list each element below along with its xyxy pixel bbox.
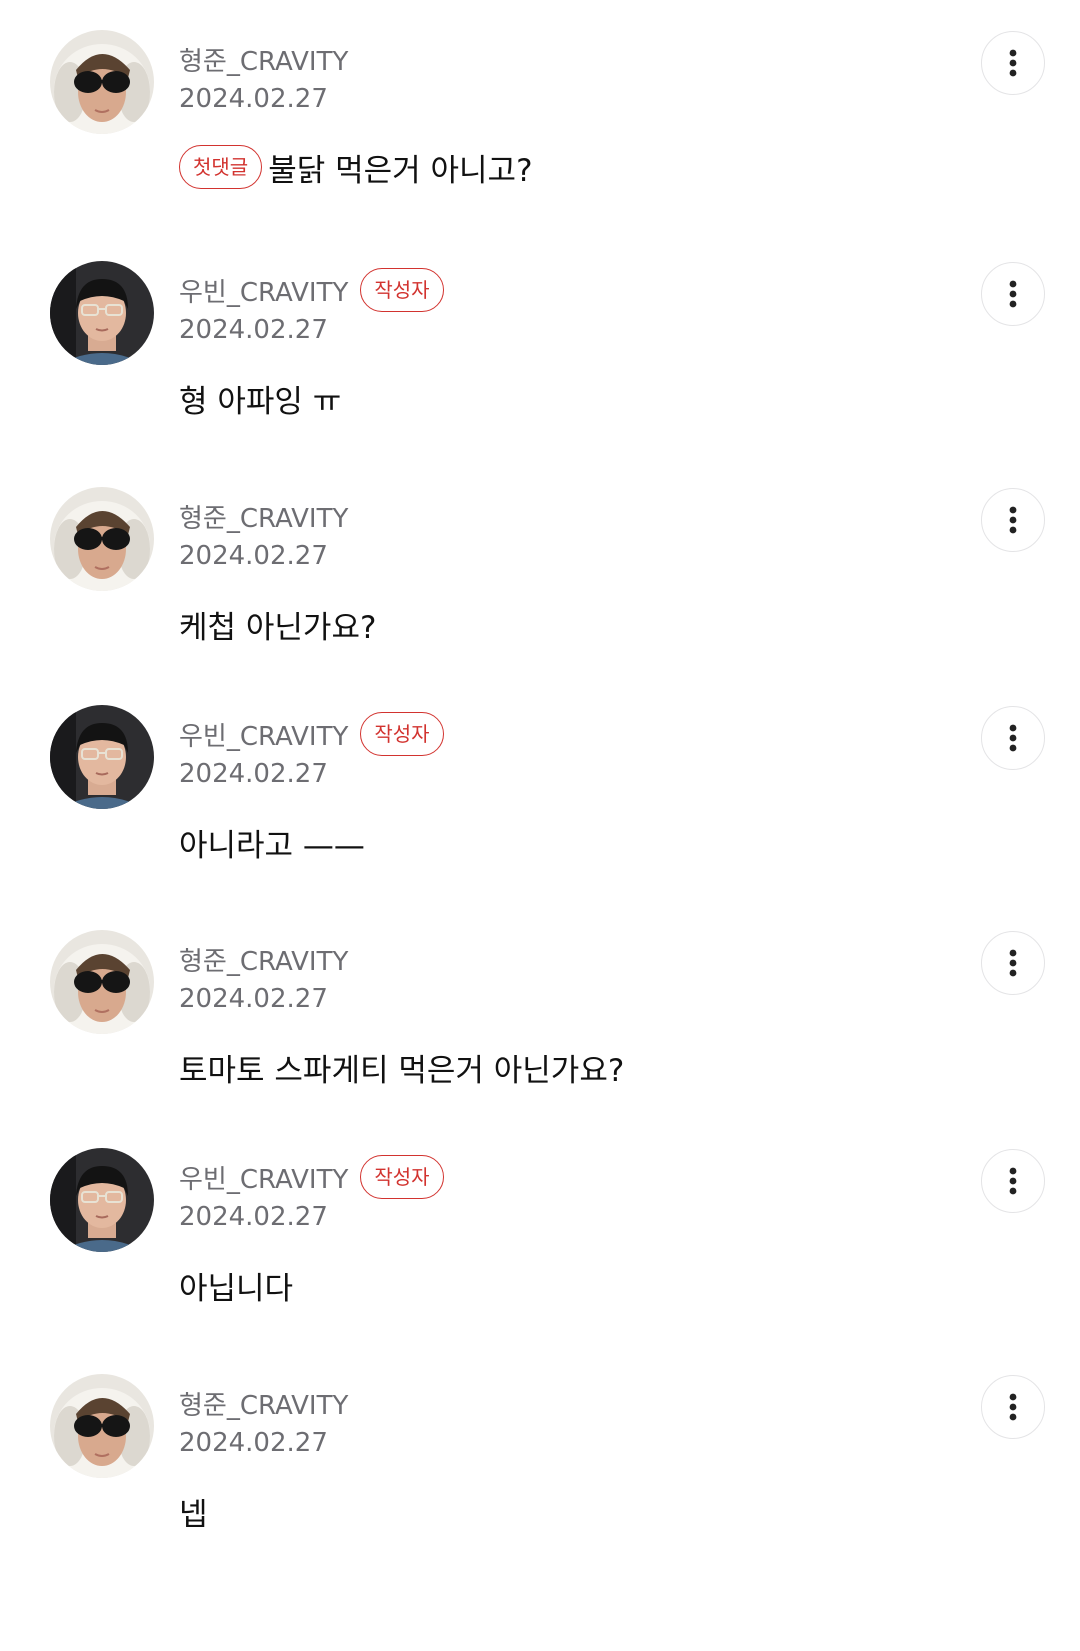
comment-text: 형 아파잉 ㅠ: [179, 383, 342, 420]
comment-date: 2024.02.27: [179, 1428, 328, 1458]
comment-body: 형 아파잉 ㅠ: [179, 373, 341, 423]
comment-item: 형준_CRAVITY 2024.02.27 케첩 아닌가요?: [0, 487, 1080, 717]
comment-date: 2024.02.27: [179, 315, 328, 345]
author-name[interactable]: 우빈_CRAVITY: [179, 716, 348, 753]
comment-text: 토마토 스파게티 먹은거 아닌가요?: [179, 1052, 625, 1089]
more-vertical-icon: [1009, 506, 1017, 534]
author-line: 형준_CRAVITY: [179, 934, 348, 984]
more-vertical-icon: [1009, 49, 1017, 77]
avatar[interactable]: [50, 1374, 154, 1478]
avatar[interactable]: [50, 705, 154, 809]
comment-date: 2024.02.27: [179, 84, 328, 114]
comment-body: 토마토 스파게티 먹은거 아닌가요?: [179, 1042, 624, 1092]
comment-text: 불닭 먹은거 아니고?: [268, 152, 533, 189]
author-line: 형준_CRAVITY: [179, 1378, 348, 1428]
more-vertical-icon: [1009, 949, 1017, 977]
author-badge: 작성자: [360, 712, 444, 756]
comment-date: 2024.02.27: [179, 1202, 328, 1232]
comment-date: 2024.02.27: [179, 984, 328, 1014]
more-vertical-icon: [1009, 280, 1017, 308]
author-name[interactable]: 우빈_CRAVITY: [179, 1159, 348, 1196]
comment-date: 2024.02.27: [179, 759, 328, 789]
more-vertical-icon: [1009, 1167, 1017, 1195]
comment-body: 넵: [179, 1486, 208, 1536]
comment-text: 넵: [179, 1496, 208, 1533]
more-options-button[interactable]: [981, 931, 1045, 995]
more-options-button[interactable]: [981, 706, 1045, 770]
author-line: 우빈_CRAVITY 작성자: [179, 709, 444, 759]
avatar[interactable]: [50, 930, 154, 1034]
comment-text: 케첩 아닌가요?: [179, 609, 377, 646]
more-options-button[interactable]: [981, 488, 1045, 552]
author-line: 우빈_CRAVITY 작성자: [179, 1152, 444, 1202]
comment-body: 아니라고 ——: [179, 817, 365, 867]
comment-item: 우빈_CRAVITY 작성자 2024.02.27 형 아파잉 ㅠ: [0, 261, 1080, 491]
author-name[interactable]: 형준_CRAVITY: [179, 941, 348, 978]
more-vertical-icon: [1009, 1393, 1017, 1421]
comment-text: 아닙니다: [179, 1270, 294, 1307]
comment-body: 첫댓글 불닭 먹은거 아니고?: [179, 142, 533, 192]
comment-item: 형준_CRAVITY 2024.02.27 토마토 스파게티 먹은거 아닌가요?: [0, 930, 1080, 1160]
comment-body: 케첩 아닌가요?: [179, 599, 376, 649]
author-name[interactable]: 우빈_CRAVITY: [179, 272, 348, 309]
first-comment-badge: 첫댓글: [179, 145, 263, 189]
avatar[interactable]: [50, 487, 154, 591]
more-options-button[interactable]: [981, 1375, 1045, 1439]
avatar[interactable]: [50, 1148, 154, 1252]
comment-item: 형준_CRAVITY 2024.02.27 첫댓글 불닭 먹은거 아니고?: [0, 30, 1080, 260]
avatar[interactable]: [50, 30, 154, 134]
author-name[interactable]: 형준_CRAVITY: [179, 41, 348, 78]
comment-item: 우빈_CRAVITY 작성자 2024.02.27 아닙니다: [0, 1148, 1080, 1378]
author-line: 우빈_CRAVITY 작성자: [179, 265, 444, 315]
author-badge: 작성자: [360, 268, 444, 312]
author-line: 형준_CRAVITY: [179, 34, 348, 84]
more-options-button[interactable]: [981, 262, 1045, 326]
more-options-button[interactable]: [981, 1149, 1045, 1213]
comment-item: 형준_CRAVITY 2024.02.27 넵: [0, 1374, 1080, 1604]
avatar[interactable]: [50, 261, 154, 365]
comment-date: 2024.02.27: [179, 541, 328, 571]
author-name[interactable]: 형준_CRAVITY: [179, 498, 348, 535]
comment-body: 아닙니다: [179, 1260, 293, 1310]
author-name[interactable]: 형준_CRAVITY: [179, 1385, 348, 1422]
more-options-button[interactable]: [981, 31, 1045, 95]
comment-item: 우빈_CRAVITY 작성자 2024.02.27 아니라고 ——: [0, 705, 1080, 935]
author-line: 형준_CRAVITY: [179, 491, 348, 541]
comment-text: 아니라고 ——: [179, 827, 365, 864]
author-badge: 작성자: [360, 1155, 444, 1199]
more-vertical-icon: [1009, 724, 1017, 752]
